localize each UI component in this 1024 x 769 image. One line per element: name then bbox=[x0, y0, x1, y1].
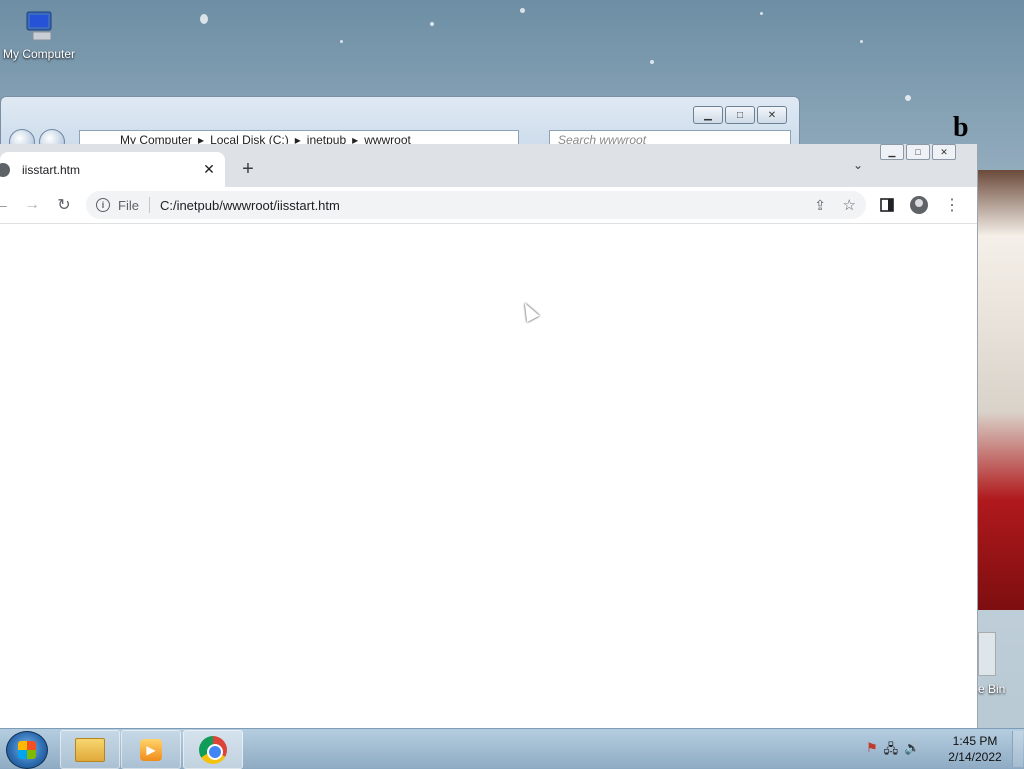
profile-avatar-icon[interactable] bbox=[909, 195, 929, 215]
url-scheme-label: File bbox=[118, 197, 139, 213]
close-button[interactable]: ✕ bbox=[932, 144, 956, 160]
maximize-button[interactable]: □ bbox=[906, 144, 930, 160]
folder-icon bbox=[75, 737, 105, 762]
page-text: b bbox=[953, 112, 969, 143]
desktop-icon-my-computer[interactable]: My Computer bbox=[0, 8, 78, 61]
divider bbox=[148, 197, 150, 213]
system-clock[interactable]: 1:45 PM 2/14/2022 bbox=[940, 733, 1010, 765]
more-menu-icon[interactable]: ⋮ bbox=[942, 195, 962, 215]
desktop-icon-label: e Bin bbox=[978, 682, 1006, 696]
browser-toolbar: ← → ↻ i File C:/inetpub/wwwroot/iisstart… bbox=[0, 187, 977, 224]
globe-icon bbox=[0, 162, 10, 177]
close-tab-icon[interactable]: ✕ bbox=[199, 161, 219, 178]
back-arrow-icon[interactable]: ← bbox=[0, 195, 12, 215]
media-player-icon: ▶ bbox=[140, 738, 162, 761]
recycle-bin-icon[interactable] bbox=[978, 632, 996, 676]
page-content bbox=[0, 224, 977, 728]
maximize-button[interactable]: □ bbox=[725, 106, 755, 124]
volume-icon[interactable]: 🔊 bbox=[904, 740, 920, 762]
wallpaper-santa bbox=[975, 170, 1024, 610]
network-icon[interactable]: 🖧 bbox=[884, 740, 899, 762]
minimize-button[interactable]: ▁ bbox=[693, 106, 723, 124]
side-panel-icon[interactable] bbox=[877, 195, 897, 215]
chevron-down-icon[interactable]: ⌄ bbox=[848, 158, 868, 178]
taskbar: ▶ ⚑ 🖧 🔊 1:45 PM 2/14/2022 bbox=[0, 728, 1024, 769]
forward-arrow-icon[interactable]: → bbox=[22, 195, 42, 215]
url-text[interactable]: C:/inetpub/wwwroot/iisstart.htm bbox=[160, 198, 340, 213]
desktop-icon-label: My Computer bbox=[2, 47, 76, 61]
tab-title: iisstart.htm bbox=[22, 162, 81, 177]
action-center-flag-icon[interactable]: ⚑ bbox=[866, 740, 878, 762]
chrome-icon bbox=[199, 735, 227, 764]
taskbar-app-explorer[interactable] bbox=[60, 730, 120, 769]
taskbar-app-chrome[interactable] bbox=[183, 730, 243, 769]
start-button[interactable] bbox=[6, 731, 48, 769]
clock-time: 1:45 PM bbox=[952, 734, 998, 748]
close-button[interactable]: ✕ bbox=[757, 106, 787, 124]
taskbar-app-media-player[interactable]: ▶ bbox=[121, 730, 181, 769]
chrome-window[interactable]: iisstart.htm ✕ + ⌄ ▁ □ ✕ ← → ↻ i File C:… bbox=[0, 144, 978, 728]
info-icon[interactable]: i bbox=[96, 198, 110, 212]
new-tab-button[interactable]: + bbox=[236, 158, 260, 182]
computer-icon bbox=[21, 8, 57, 44]
tab-iisstart[interactable]: iisstart.htm ✕ bbox=[0, 152, 225, 187]
minimize-button[interactable]: ▁ bbox=[880, 144, 904, 160]
share-icon[interactable]: ⇪ bbox=[814, 197, 826, 214]
chrome-titlebar[interactable]: iisstart.htm ✕ + ⌄ ▁ □ ✕ bbox=[0, 144, 977, 187]
desktop-icon-recycle-bin[interactable]: e Bin bbox=[978, 682, 1024, 696]
show-desktop-button[interactable] bbox=[1012, 731, 1023, 767]
reload-icon[interactable]: ↻ bbox=[54, 195, 74, 215]
address-bar[interactable]: i File C:/inetpub/wwwroot/iisstart.htm ⇪… bbox=[86, 191, 866, 219]
bookmark-star-icon[interactable]: ☆ bbox=[843, 196, 856, 214]
clock-date: 2/14/2022 bbox=[948, 750, 1002, 764]
